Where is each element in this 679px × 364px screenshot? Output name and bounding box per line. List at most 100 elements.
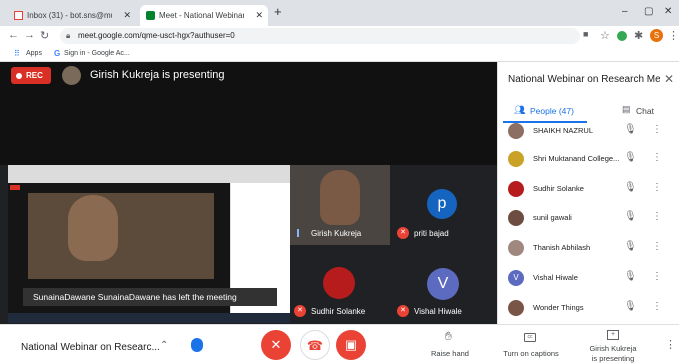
window-close-icon[interactable]: ✕ bbox=[664, 6, 672, 17]
avatar bbox=[508, 151, 524, 167]
participant-name: Sudhir Solanke bbox=[533, 184, 584, 193]
participant-row[interactable]: SHAIKH NAZRUL 🎙︎ ⋮ bbox=[497, 119, 679, 143]
url-text: meet.google.com/qme-usct-hgx?authuser=0 bbox=[78, 31, 235, 40]
participant-row[interactable]: Wonder Things 🎙︎ ⋮ bbox=[497, 296, 679, 320]
mic-off-icon: ✕ bbox=[294, 305, 306, 317]
more-options-icon[interactable]: ⋮ bbox=[652, 124, 662, 135]
participant-name: sunil gawali bbox=[533, 213, 572, 222]
tab-gmail[interactable]: Inbox (31) - bot.sns@muktanand ✕ bbox=[8, 5, 136, 26]
mic-off-icon: 🎙︎ bbox=[624, 211, 637, 222]
extension-icon[interactable] bbox=[617, 31, 627, 41]
participant-name: Thanish Abhilash bbox=[533, 243, 591, 252]
avatar bbox=[508, 210, 524, 226]
lock-icon: 🔒︎ bbox=[66, 31, 71, 40]
tab-title: Inbox (31) - bot.sns@muktanand bbox=[27, 11, 112, 20]
avatar bbox=[508, 300, 524, 316]
avatar bbox=[323, 267, 355, 299]
apps-icon: ⠿ bbox=[14, 49, 20, 58]
bookmark-signin[interactable]: Sign in - Google Ac... bbox=[64, 50, 130, 57]
back-icon[interactable]: ← bbox=[8, 29, 19, 41]
mic-off-icon: ✕ bbox=[397, 305, 409, 317]
phone-hangup-icon: ☎︎ bbox=[306, 338, 324, 353]
bookmark-apps[interactable]: Apps bbox=[26, 50, 42, 57]
more-options-icon[interactable]: ⋮ bbox=[665, 338, 676, 351]
participant-row[interactable]: sunil gawali 🎙︎ ⋮ bbox=[497, 206, 679, 230]
hand-icon: ✋︎ bbox=[445, 329, 452, 343]
mic-off-icon: 🎙︎ bbox=[624, 124, 637, 135]
url-field[interactable]: 🔒︎ meet.google.com/qme-usct-hgx?authuser… bbox=[60, 28, 580, 44]
avatar: V bbox=[427, 268, 459, 300]
participant-row[interactable]: Thanish Abhilash 🎙︎ ⋮ bbox=[497, 236, 679, 260]
participant-row[interactable]: V Vishal Hiwale 🎙︎ ⋮ bbox=[497, 266, 679, 290]
more-options-icon[interactable]: ⋮ bbox=[652, 241, 662, 252]
profile-avatar[interactable]: S bbox=[650, 29, 663, 42]
mic-off-icon: 🎙︎ bbox=[624, 301, 637, 312]
shared-taskbar bbox=[8, 313, 290, 323]
meet-icon bbox=[146, 11, 155, 20]
more-options-icon[interactable]: ⋮ bbox=[652, 211, 662, 222]
camera-icon[interactable]: ■ bbox=[583, 29, 588, 39]
mic-off-icon: 🎙︎ bbox=[624, 152, 637, 163]
recording-badge: REC bbox=[11, 67, 51, 84]
more-options-icon[interactable]: ⋮ bbox=[652, 301, 662, 312]
meeting-title[interactable]: National Webinar on Researc... bbox=[21, 342, 160, 353]
shared-browser-chrome bbox=[8, 165, 290, 183]
google-icon: G bbox=[54, 49, 61, 58]
maximize-icon[interactable]: ▢ bbox=[644, 6, 653, 17]
participant-row[interactable]: Sudhir Solanke 🎙︎ ⋮ bbox=[497, 177, 679, 201]
avatar: V bbox=[508, 270, 524, 286]
more-options-icon[interactable]: ⋮ bbox=[652, 152, 662, 163]
tab-people[interactable]: People (47) bbox=[530, 106, 574, 116]
more-options-icon[interactable]: ⋮ bbox=[652, 271, 662, 282]
presenter-banner: Girish Kukreja is presenting bbox=[90, 69, 225, 81]
notification-toast: SunainaDawane SunainaDawane has left the… bbox=[23, 288, 277, 306]
participant-row[interactable]: Shri Muktanand College... 🎙︎ ⋮ bbox=[497, 147, 679, 171]
tile-name: priti bajad bbox=[414, 229, 449, 238]
tile-name: Sudhir Solanke bbox=[311, 307, 366, 316]
camera-toggle-button[interactable]: ▣ bbox=[336, 330, 366, 360]
mic-toggle-button[interactable]: ✕ bbox=[261, 330, 291, 360]
tab-chat[interactable]: Chat bbox=[636, 106, 654, 116]
participant-name: Wonder Things bbox=[533, 303, 584, 312]
chevron-up-icon[interactable]: ⌃ bbox=[160, 340, 168, 351]
more-options-icon[interactable]: ⋮ bbox=[652, 182, 662, 193]
puzzle-icon[interactable]: ✱ bbox=[634, 29, 643, 42]
captions-icon: cc bbox=[524, 333, 536, 342]
presenting-label-1[interactable]: Girish Kukreja bbox=[583, 344, 643, 353]
participant-name: SHAIKH NAZRUL bbox=[533, 126, 594, 135]
avatar bbox=[508, 181, 524, 197]
chat-icon: ▤ bbox=[622, 104, 631, 114]
avatar bbox=[508, 240, 524, 256]
mic-off-icon: 🎙︎ bbox=[624, 182, 637, 193]
close-icon[interactable]: ✕ bbox=[664, 72, 674, 86]
mic-off-icon: ✕ bbox=[397, 227, 409, 239]
leave-call-button[interactable]: ☎︎ bbox=[300, 330, 330, 360]
reload-icon[interactable]: ↻ bbox=[40, 29, 49, 42]
tab-title: Meet - National Webinar on bbox=[159, 11, 244, 20]
record-dot-icon bbox=[16, 72, 22, 79]
panel-title: National Webinar on Research Me... bbox=[508, 74, 660, 85]
participant-name: Vishal Hiwale bbox=[533, 273, 578, 282]
minimize-icon[interactable]: – bbox=[622, 6, 628, 17]
rec-label: REC bbox=[26, 71, 43, 80]
mic-off-icon: ✕ bbox=[270, 337, 282, 352]
camera-off-icon: ▣ bbox=[344, 337, 358, 352]
participant-name: Shri Muktanand College... bbox=[533, 154, 620, 163]
star-icon[interactable]: ☆ bbox=[600, 29, 610, 42]
browser-tab-bar: Inbox (31) - bot.sns@muktanand ✕ Meet - … bbox=[0, 0, 679, 26]
menu-icon[interactable]: ⋮ bbox=[668, 29, 679, 42]
presenting-label-2: is presenting bbox=[591, 354, 635, 363]
close-icon[interactable]: ✕ bbox=[123, 10, 131, 21]
captions-button[interactable]: Turn on captions bbox=[496, 349, 566, 358]
close-icon[interactable]: ✕ bbox=[255, 10, 263, 21]
shared-face bbox=[68, 195, 118, 261]
forward-icon[interactable]: → bbox=[24, 29, 35, 41]
raise-hand-button[interactable]: Raise hand bbox=[425, 349, 475, 358]
new-tab-icon[interactable]: + bbox=[274, 4, 282, 19]
avatar: p bbox=[427, 189, 457, 219]
tile-name: Vishal Hiwale bbox=[414, 307, 462, 316]
shared-video bbox=[28, 193, 214, 279]
mic-off-icon: 🎙︎ bbox=[624, 241, 637, 252]
tab-meet[interactable]: Meet - National Webinar on ✕ bbox=[140, 5, 268, 26]
shield-icon[interactable] bbox=[191, 338, 203, 352]
